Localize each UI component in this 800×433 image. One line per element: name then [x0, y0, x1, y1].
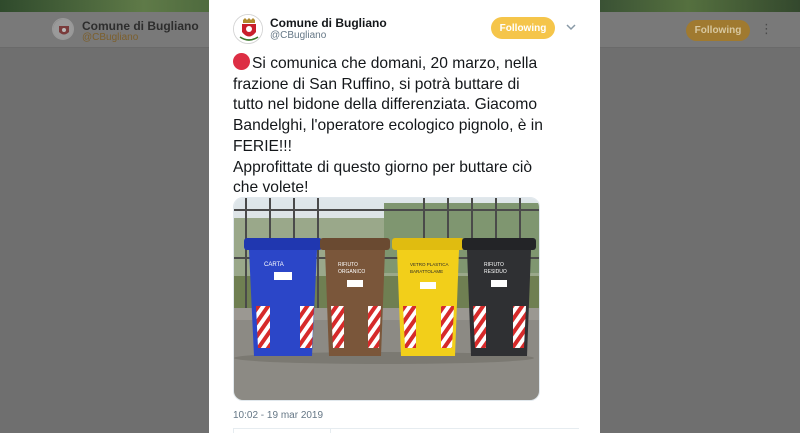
background-following-button[interactable]: Following — [686, 20, 750, 41]
bin-label: ORGANICO — [338, 269, 365, 275]
tweet-photo[interactable]: CARTA RIFIUTO ORGANICO VETRO PLASTICA BA… — [233, 197, 540, 401]
tweet-text-line: frazione di San Ruffino, si potrà buttar… — [233, 75, 520, 93]
tweet-text-line: tutto nel bidone della differenziata. Gi… — [233, 96, 537, 114]
bin-label: CARTA — [264, 262, 284, 268]
more-vertical-icon[interactable]: ⋮ — [760, 21, 773, 37]
bin-label: RIFIUTO — [484, 262, 504, 268]
blue-bin: CARTA — [244, 238, 322, 356]
red-circle-icon — [233, 53, 250, 70]
tweet-card: Comune di Bugliano @CBugliano Following … — [209, 0, 600, 433]
tweet-timestamp[interactable]: 10:02 - 19 mar 2019 — [233, 410, 323, 421]
bin-label: VETRO PLASTICA — [410, 262, 449, 267]
municipal-crest-icon — [234, 15, 262, 43]
yellow-bin: VETRO PLASTICA BARATTOLAME — [392, 238, 464, 356]
tweet-text-line: Approfittate di questo giorno per buttar… — [233, 158, 533, 176]
tweet-text-line: FERIE!!! — [233, 137, 292, 155]
background-profile-name: Comune di Bugliano — [82, 19, 199, 33]
bin-label: RIFIUTO — [338, 262, 358, 268]
black-bin: RIFIUTO RESIDUO — [462, 238, 536, 356]
action-bar — [233, 428, 331, 433]
brown-bin: RIFIUTO ORGANICO — [320, 238, 390, 356]
tweet-text-line: che volete! — [233, 179, 309, 197]
bin-label: RESIDUO — [484, 269, 507, 275]
following-button[interactable]: Following — [491, 17, 555, 39]
avatar[interactable] — [233, 14, 263, 44]
recycling-bins-photo: CARTA RIFIUTO ORGANICO VETRO PLASTICA BA… — [234, 198, 539, 400]
author-handle[interactable]: @CBugliano — [270, 30, 326, 41]
background-avatar — [52, 18, 74, 40]
bin-label: BARATTOLAME — [410, 269, 443, 274]
author-name[interactable]: Comune di Bugliano — [270, 16, 387, 30]
chevron-down-icon[interactable] — [565, 21, 577, 33]
tweet-text: Si comunica che domani, 20 marzo, nella … — [233, 53, 583, 199]
tweet-text-line: Bandelghi, l'operatore ecologico pignolo… — [233, 117, 543, 135]
tweet-text-line: Si comunica che domani, 20 marzo, nella — [233, 53, 583, 75]
background-profile-handle: @CBugliano — [82, 32, 139, 43]
